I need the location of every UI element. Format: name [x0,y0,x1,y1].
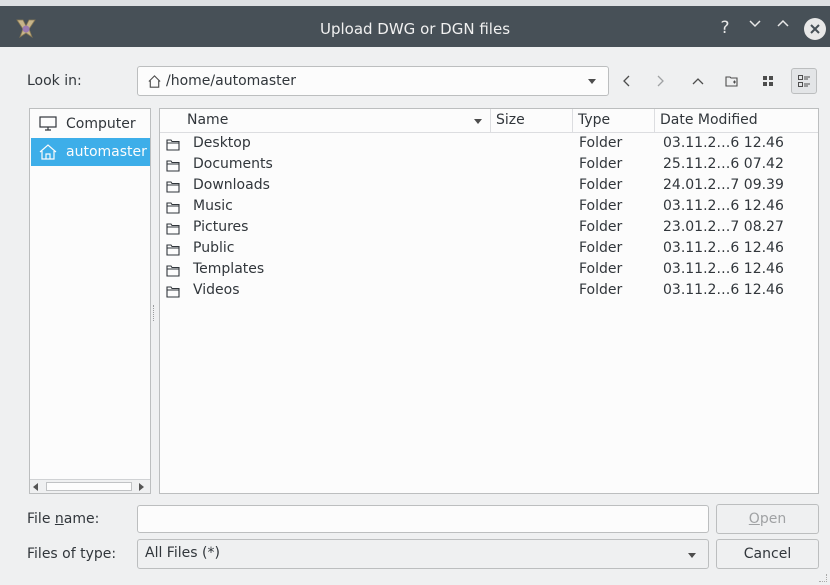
file-name-cell: Desktop [193,135,251,151]
help-button[interactable]: ? [714,17,736,39]
file-date-cell: 03.11.2…6 12.46 [663,198,784,214]
file-name-cell: Pictures [193,219,249,235]
file-name-cell: Music [193,198,233,214]
folder-icon [166,223,180,235]
sidebar-horizontal-scrollbar[interactable] [30,479,150,493]
cancel-button[interactable]: Cancel [716,539,819,569]
look-in-label: Look in: [27,73,82,89]
table-row[interactable]: Documents Folder 25.11.2…6 07.42 [160,156,818,177]
home-icon [148,75,161,88]
file-type-cell: Folder [579,198,623,214]
file-type-cell: Folder [579,135,623,151]
file-type-cell: Folder [579,240,623,256]
sidebar-item-label: Computer [66,116,136,132]
column-header-label: Name [187,112,229,128]
file-date-cell: 23.01.2…7 08.27 [663,219,784,235]
file-date-cell: 03.11.2…6 12.46 [663,135,784,151]
dropdown-arrow-icon [688,553,696,558]
column-header-label: Type [578,112,611,128]
column-header-name[interactable]: Name [160,109,491,133]
resize-grip[interactable] [819,574,827,582]
file-type-combobox[interactable]: All Files (*) [137,539,709,569]
file-type-cell: Folder [579,219,623,235]
new-folder-icon [725,76,738,87]
chevron-up-icon [777,19,789,27]
chevron-down-icon [749,20,761,28]
file-list-view[interactable]: Name Size Type Date Modified Desktop Fold… [159,108,819,494]
new-folder-button[interactable] [719,68,745,94]
column-header-label: Date Modified [660,112,758,128]
file-name-input[interactable] [137,505,709,533]
file-name-cell: Public [193,240,235,256]
folder-icon [166,160,180,172]
file-date-cell: 24.01.2…7 09.39 [663,177,784,193]
scroll-left-arrow-icon[interactable] [33,483,38,491]
files-of-type-label: Files of type: [27,546,117,562]
dropdown-arrow-icon [588,79,596,84]
maximize-button[interactable] [772,15,794,37]
table-row[interactable]: Downloads Folder 24.01.2…7 09.39 [160,177,818,198]
path-combobox[interactable]: /home/automaster [137,66,609,96]
table-row[interactable]: Templates Folder 03.11.2…6 12.46 [160,261,818,282]
table-row[interactable]: Videos Folder 03.11.2…6 12.46 [160,282,818,303]
file-date-cell: 03.11.2…6 12.46 [663,282,784,298]
folder-icon [166,286,180,298]
table-row[interactable]: Desktop Folder 03.11.2…6 12.46 [160,135,818,156]
chevron-up-icon [692,78,704,85]
column-header-date-modified[interactable]: Date Modified [655,109,818,133]
scroll-right-arrow-icon[interactable] [139,483,144,491]
close-button[interactable] [804,18,826,40]
file-name-cell: Videos [193,282,240,298]
table-row[interactable]: Public Folder 03.11.2…6 12.46 [160,240,818,261]
close-icon [810,24,820,34]
title-bar: Upload DWG or DGN files ? [0,0,830,47]
path-text: /home/automaster [166,73,296,89]
folder-icon [166,202,180,214]
minimize-button[interactable] [744,15,766,37]
folder-icon [166,181,180,193]
file-name-cell: Templates [193,261,265,277]
file-name-cell: Downloads [193,177,270,193]
file-type-cell: Folder [579,156,623,172]
icon-view-button[interactable] [755,68,781,94]
sidebar-splitter-handle[interactable] [153,305,156,321]
home-icon [39,144,57,160]
file-date-cell: 25.11.2…6 07.42 [663,156,784,172]
folder-icon [166,265,180,277]
column-header-label: Size [496,112,525,128]
file-date-cell: 03.11.2…6 12.46 [663,240,784,256]
chevron-right-icon [657,75,664,87]
icon-view-icon [763,76,773,86]
file-type-cell: Folder [579,261,623,277]
back-button[interactable] [614,68,640,94]
window-title: Upload DWG or DGN files [319,20,511,38]
file-date-cell: 03.11.2…6 12.46 [663,261,784,277]
sidebar-item-home[interactable]: automaster [31,138,150,166]
column-header-size[interactable]: Size [491,109,573,133]
folder-icon [166,244,180,256]
sidebar-item-label: automaster [66,144,147,160]
file-type-value: All Files (*) [145,545,220,561]
places-sidebar: Computer automaster [29,108,151,494]
file-type-cell: Folder [579,282,623,298]
title-bar-edge [0,0,830,6]
scrollbar-thumb[interactable] [46,482,132,491]
open-button[interactable]: Open [716,504,819,534]
column-header-type[interactable]: Type [573,109,655,133]
sidebar-item-computer[interactable]: Computer [31,110,150,138]
forward-button[interactable] [647,68,673,94]
file-type-cell: Folder [579,177,623,193]
detail-view-button[interactable] [791,68,817,94]
file-name-label: File name: [27,511,99,527]
chevron-left-icon [623,75,630,87]
folder-icon [166,139,180,151]
sort-indicator-icon [474,119,482,124]
file-name-label-text: File name: [27,511,100,527]
table-row[interactable]: Music Folder 03.11.2…6 12.46 [160,198,818,219]
parent-directory-button[interactable] [685,68,711,94]
computer-icon [39,116,57,131]
detail-view-icon [798,75,810,87]
table-row[interactable]: Pictures Folder 23.01.2…7 08.27 [160,219,818,240]
file-name-cell: Documents [193,156,273,172]
